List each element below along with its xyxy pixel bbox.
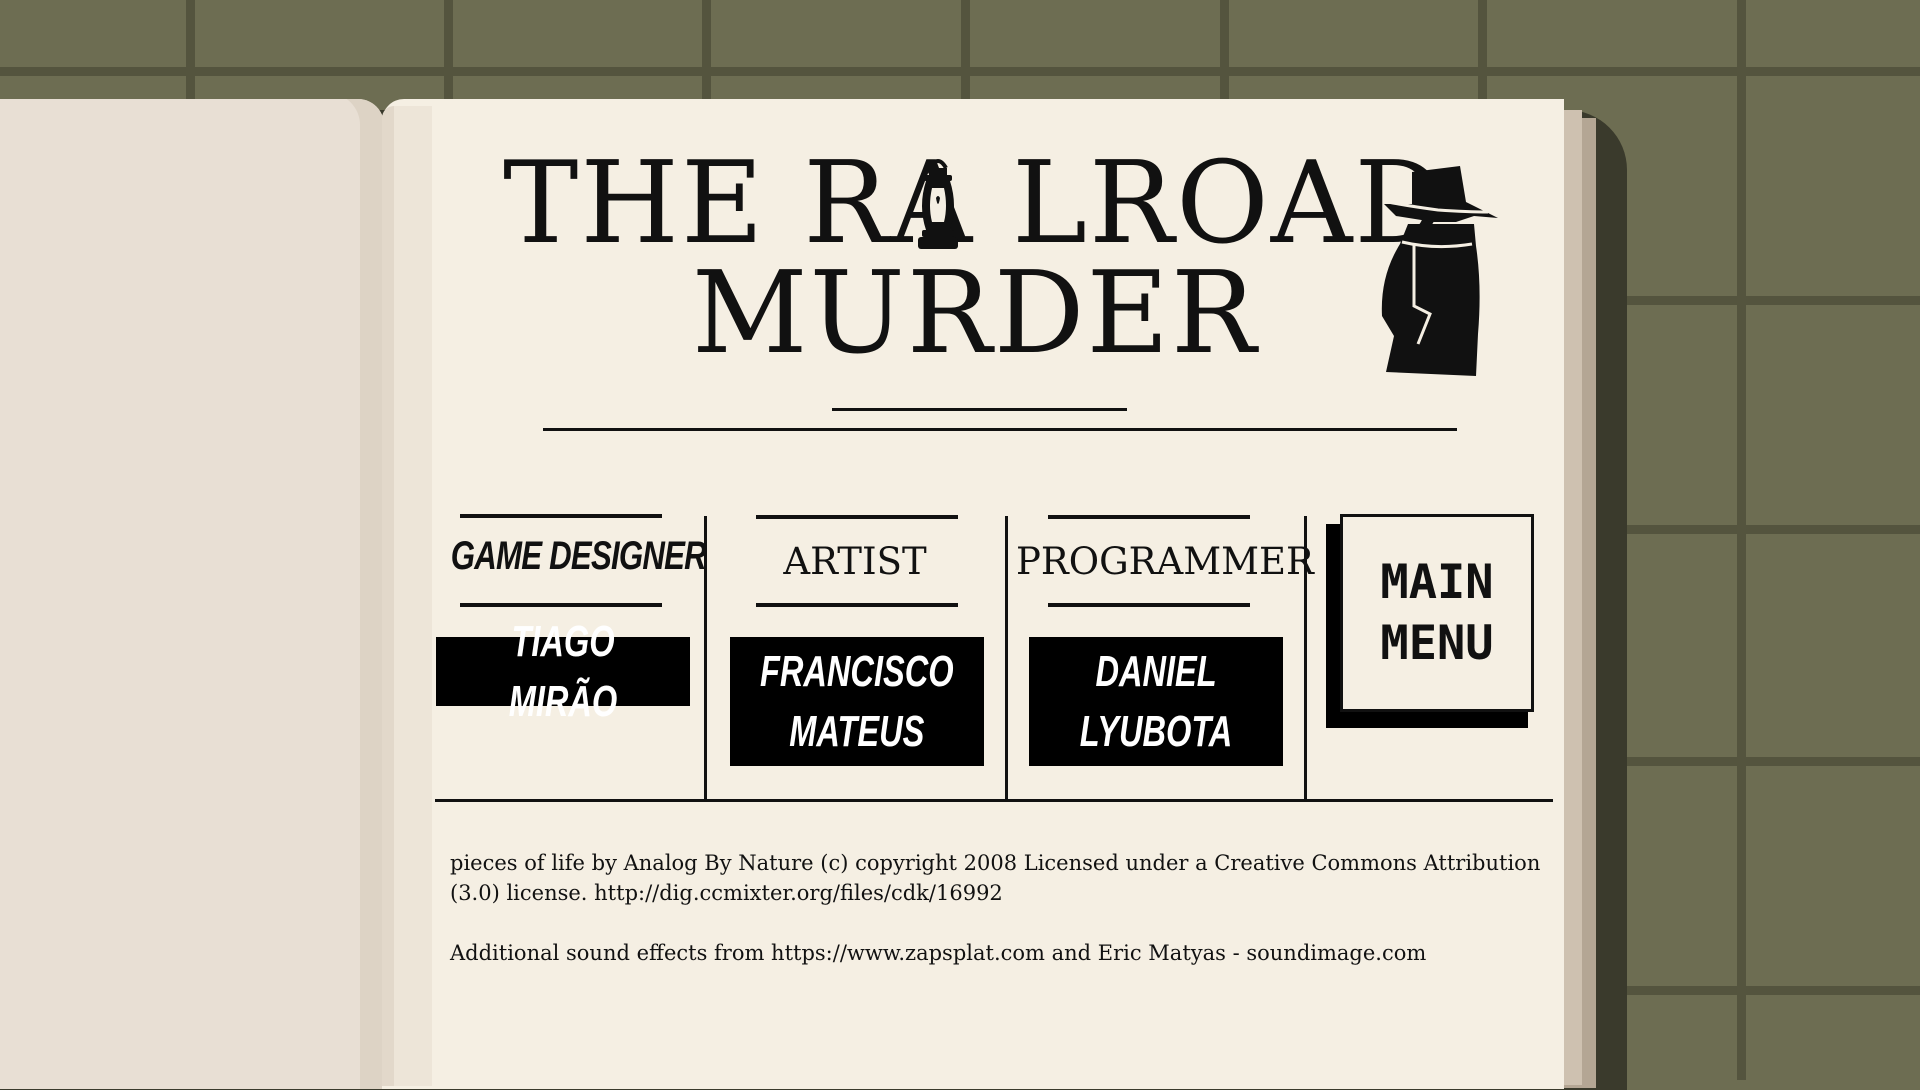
role-bar bbox=[756, 603, 958, 607]
role-artist: ARTIST bbox=[783, 540, 927, 583]
role-bar bbox=[460, 514, 662, 518]
music-attribution: pieces of life by Analog By Nature (c) c… bbox=[450, 851, 1541, 905]
page-gutter bbox=[394, 106, 432, 1086]
title-divider-long bbox=[543, 428, 1457, 431]
name-tiago-mirao: TIAGO MIRÃO bbox=[436, 617, 690, 726]
column-divider bbox=[1005, 516, 1008, 801]
role-bar bbox=[756, 515, 958, 519]
role-bar bbox=[1048, 515, 1250, 519]
role-programmer: PROGRAMMER bbox=[1016, 540, 1314, 583]
credits-baseline bbox=[435, 799, 1553, 802]
detective-icon bbox=[1381, 166, 1498, 376]
name-text: FRANCISCO MATEUS bbox=[760, 646, 954, 756]
main-menu-button[interactable]: MAIN MENU bbox=[1340, 514, 1534, 712]
left-page bbox=[0, 99, 384, 1089]
title-line-2: MURDER bbox=[691, 247, 1259, 379]
title-line-1: THE RA LROAD bbox=[503, 137, 1447, 269]
table-grid-line bbox=[0, 67, 1920, 76]
name-francisco-mateus: FRANCISCO MATEUS bbox=[730, 637, 984, 766]
role-game-designer: GAME DESIGNER bbox=[450, 534, 707, 578]
title-divider-short bbox=[832, 408, 1127, 411]
game-title: THE RA LROAD MURDER bbox=[440, 137, 1510, 379]
name-text: DANIEL LYUBOTA bbox=[1079, 646, 1233, 756]
name-daniel-lyubota: DANIEL LYUBOTA bbox=[1029, 637, 1283, 766]
page-gutter bbox=[382, 106, 394, 1086]
role-bar bbox=[1048, 603, 1250, 607]
main-menu-label: MAIN MENU bbox=[1380, 555, 1494, 671]
name-text: TIAGO MIRÃO bbox=[508, 616, 618, 726]
table-grid-line bbox=[1737, 0, 1746, 1080]
lantern-icon bbox=[918, 159, 958, 249]
role-bar bbox=[460, 603, 662, 607]
attribution-text: pieces of life by Analog By Nature (c) c… bbox=[450, 848, 1550, 998]
sfx-attribution: Additional sound effects from https://ww… bbox=[450, 941, 1427, 965]
